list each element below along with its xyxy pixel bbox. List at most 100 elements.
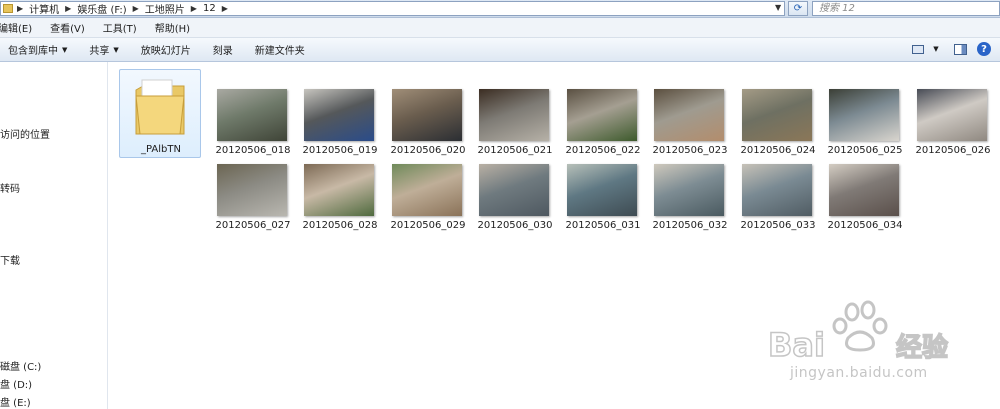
chevron-right-icon[interactable]: ▶ [17,4,23,13]
file-name: 20120506_031 [565,220,641,231]
nav-item-transcode[interactable]: 转码 [0,180,20,195]
slideshow-button[interactable]: 放映幻灯片 [141,42,191,57]
image-thumbnail [829,164,899,216]
include-in-library-button[interactable]: 包含到库中 ▼ [8,42,68,58]
file-item[interactable]: 20120506_018 [213,89,301,163]
chevron-right-icon[interactable]: ▶ [65,4,71,13]
change-view-button[interactable] [910,42,926,56]
image-thumbnail [217,89,287,141]
file-item[interactable]: 20120506_028 [300,164,388,238]
preview-pane-icon [953,43,967,55]
nav-item-drive-c[interactable]: 磁盘 (C:) [0,358,41,373]
image-thumbnail [217,164,287,216]
file-item[interactable]: 20120506_022 [563,89,651,163]
folder-icon [135,79,185,135]
address-bar-row: ▶ 计算机 ▶ 娱乐盘 (F:) ▶ 工地照片 ▶ 12 ▶ ▼ ⟳ 搜索 12 [0,0,1000,18]
file-name: 20120506_023 [652,145,728,156]
file-name: 20120506_025 [827,145,903,156]
nav-item-downloads[interactable]: 下载 [0,252,20,267]
menu-view[interactable]: 查看(V) [48,20,87,35]
file-list: _PAlbTN 20120506_018 20120506_019 20120506… [109,62,1000,409]
file-name: 20120506_030 [477,220,553,231]
nav-item-drive-e[interactable]: 盘 (E:) [0,394,31,409]
image-thumbnail [742,164,812,216]
file-item[interactable]: 20120506_020 [388,89,476,163]
folder-item[interactable]: _PAlbTN [119,69,201,158]
file-name: 20120506_022 [565,145,641,156]
chevron-right-icon[interactable]: ▶ [222,4,228,13]
image-thumbnail [829,89,899,141]
file-item[interactable]: 20120506_032 [650,164,738,238]
file-item[interactable]: 20120506_027 [213,164,301,238]
image-thumbnail [654,89,724,141]
chevron-right-icon[interactable]: ▶ [133,4,139,13]
breadcrumb-site-photos[interactable]: 工地照片 [145,1,185,16]
views-icon [912,44,924,54]
breadcrumb-12[interactable]: 12 [203,3,216,14]
navigation-pane: 访问的位置 转码 下载 磁盘 (C:) 盘 (D:) 盘 (E:) [0,62,108,409]
image-thumbnail [479,89,549,141]
image-thumbnail [392,164,462,216]
breadcrumb-drive-f[interactable]: 娱乐盘 (F:) [77,1,126,16]
file-name: 20120506_029 [390,220,466,231]
help-button[interactable]: ? [976,42,992,56]
file-name: 20120506_034 [827,220,903,231]
address-dropdown-icon[interactable]: ▼ [775,3,781,12]
menu-help[interactable]: 帮助(H) [153,20,192,35]
image-thumbnail [479,164,549,216]
view-options-dropdown[interactable]: ▼ [928,42,944,56]
breadcrumb-computer[interactable]: 计算机 [29,1,59,16]
refresh-icon: ⟳ [793,3,803,14]
file-name: 20120506_026 [915,145,991,156]
search-input[interactable]: 搜索 12 [812,1,1000,16]
menu-edit[interactable]: 编辑(E) [0,20,34,35]
file-item[interactable]: 20120506_030 [475,164,563,238]
include-in-library-label: 包含到库中 [8,46,58,57]
menu-tools[interactable]: 工具(T) [101,20,139,35]
preview-pane-button[interactable] [952,42,968,56]
file-name: 20120506_032 [652,220,728,231]
file-item[interactable]: 20120506_025 [825,89,913,163]
new-folder-button[interactable]: 新建文件夹 [255,42,305,57]
file-name: 20120506_021 [477,145,553,156]
chevron-down-icon: ▼ [62,45,68,54]
chevron-down-icon: ▼ [113,45,119,54]
menu-bar: 编辑(E) 查看(V) 工具(T) 帮助(H) [0,18,1000,38]
chevron-right-icon[interactable]: ▶ [191,4,197,13]
image-thumbnail [304,164,374,216]
image-thumbnail [304,89,374,141]
file-item[interactable]: 20120506_023 [650,89,738,163]
file-item[interactable]: 20120506_024 [738,89,826,163]
image-thumbnail [742,89,812,141]
file-name: 20120506_028 [302,220,378,231]
share-button[interactable]: 共享 ▼ [89,42,119,58]
file-item[interactable]: 20120506_021 [475,89,563,163]
image-thumbnail [392,89,462,141]
toolbar-right-group: ▼ ? [902,42,992,56]
help-icon: ? [977,42,991,56]
file-item[interactable]: 20120506_034 [825,164,913,238]
folder-icon [3,4,13,13]
image-thumbnail [917,89,987,141]
refresh-button[interactable]: ⟳ [788,1,808,16]
file-name: 20120506_019 [302,145,378,156]
image-thumbnail [654,164,724,216]
file-name: 20120506_027 [215,220,291,231]
address-bar[interactable]: ▶ 计算机 ▶ 娱乐盘 (F:) ▶ 工地照片 ▶ 12 ▶ [0,1,785,16]
file-item[interactable]: 20120506_019 [300,89,388,163]
nav-item-recent-places[interactable]: 访问的位置 [0,126,50,141]
file-item[interactable]: 20120506_026 [913,89,1000,163]
file-item[interactable]: 20120506_031 [563,164,651,238]
file-item[interactable]: 20120506_029 [388,164,476,238]
command-toolbar: 包含到库中 ▼ 共享 ▼ 放映幻灯片 刻录 新建文件夹 ▼ ? [0,38,1000,62]
file-name: 20120506_018 [215,145,291,156]
watermark-url: jingyan.baidu.com [790,365,928,381]
burn-button[interactable]: 刻录 [213,42,233,57]
image-thumbnail [567,89,637,141]
file-item[interactable]: 20120506_033 [738,164,826,238]
share-label: 共享 [89,46,110,57]
file-name: 20120506_020 [390,145,466,156]
file-name: 20120506_033 [740,220,816,231]
nav-item-drive-d[interactable]: 盘 (D:) [0,376,32,391]
folder-name: _PAlbTN [141,144,181,155]
